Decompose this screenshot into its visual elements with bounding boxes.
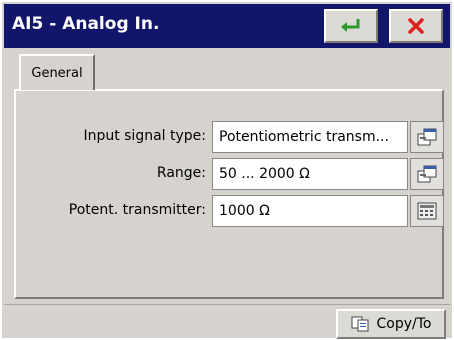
range-field[interactable]: 50 ... 2000 Ω	[212, 158, 408, 190]
potent-transmitter-keypad-button[interactable]	[410, 195, 444, 227]
dialog-window: AI5 - Analog In. General Input signal ty…	[0, 0, 454, 340]
tab-general[interactable]: General	[19, 54, 95, 90]
range-select-button[interactable]	[410, 158, 444, 190]
select-dropdown-icon	[417, 165, 437, 183]
tab-general-label: General	[31, 65, 83, 81]
window-title: AI5 - Analog In.	[12, 14, 160, 34]
input-signal-type-label: Input signal type:	[83, 128, 206, 144]
potent-transmitter-field[interactable]: 1000 Ω	[212, 195, 408, 227]
input-signal-type-field[interactable]: Potentiometric transm...	[212, 121, 408, 153]
potent-transmitter-row: Potent. transmitter: 1000 Ω	[2, 195, 454, 227]
copy-icon	[351, 316, 369, 332]
copy-to-label: Copy/To	[376, 316, 432, 332]
footer-bar: Copy/To	[4, 304, 450, 339]
close-icon	[408, 18, 424, 34]
keypad-icon	[417, 202, 437, 220]
title-bar: AI5 - Analog In.	[4, 4, 450, 48]
potent-transmitter-label: Potent. transmitter:	[68, 202, 206, 218]
input-signal-type-select-button[interactable]	[410, 121, 444, 153]
select-dropdown-icon	[417, 128, 437, 146]
input-signal-type-row: Input signal type: Potentiometric transm…	[2, 121, 454, 153]
ok-button[interactable]	[324, 9, 378, 43]
range-row: Range: 50 ... 2000 Ω	[2, 158, 454, 190]
close-button[interactable]	[389, 9, 443, 43]
range-label: Range:	[156, 165, 206, 181]
enter-arrow-icon	[341, 19, 360, 32]
copy-to-button[interactable]: Copy/To	[336, 309, 446, 339]
